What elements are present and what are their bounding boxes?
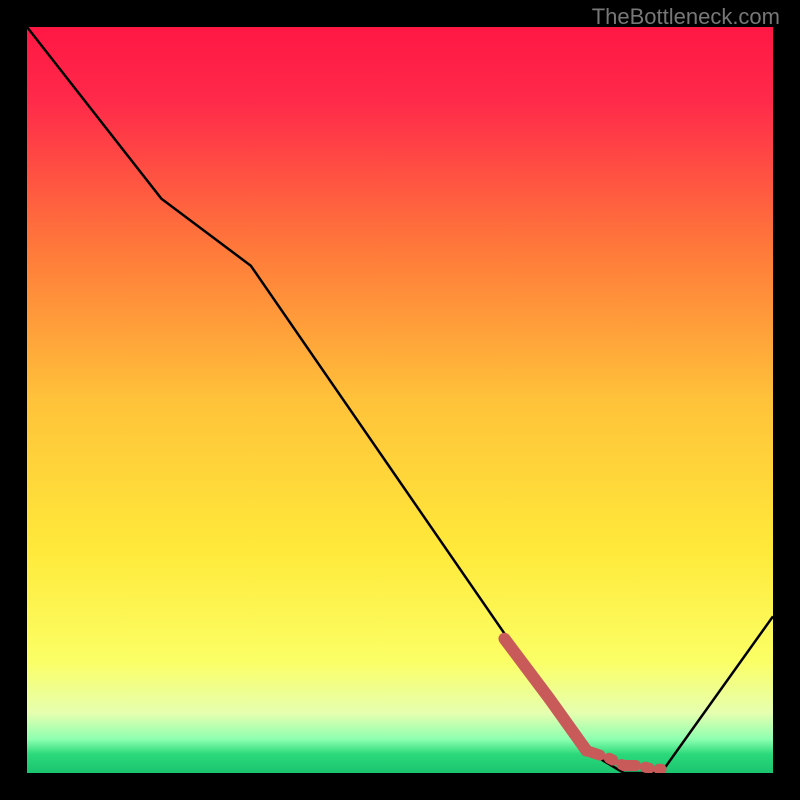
chart-plot-area [27,27,773,773]
highlight-segment [504,639,661,770]
bottleneck-curve [27,27,773,773]
chart-curves [27,27,773,773]
